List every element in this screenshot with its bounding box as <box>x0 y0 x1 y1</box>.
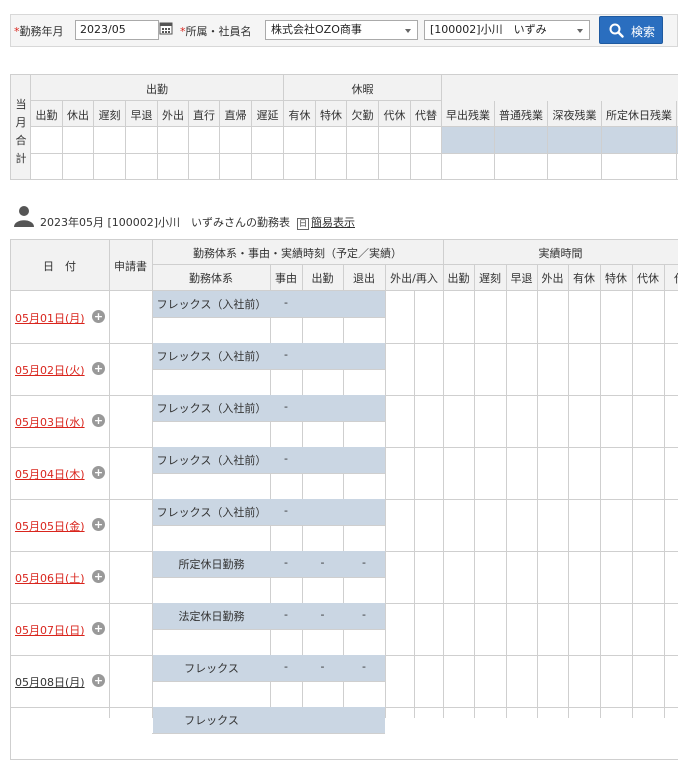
col-header: 事由 <box>275 272 297 285</box>
clock-in: - <box>320 608 325 621</box>
clock-in: - <box>320 556 325 569</box>
work-type: フレックス（入社前） <box>156 402 267 415</box>
date-link[interactable]: 05月02日(火) <box>15 362 85 378</box>
col-header: 退出 <box>353 272 375 285</box>
divider <box>664 264 665 718</box>
divider <box>632 264 633 718</box>
divider <box>443 239 444 718</box>
divider <box>506 264 507 718</box>
divider <box>152 577 385 578</box>
group-header-actual: 実績時間 <box>538 247 583 260</box>
col-header: 特休 <box>605 272 627 285</box>
col-header: 外出 <box>541 272 564 285</box>
col-header: 代 <box>664 270 678 286</box>
divider <box>10 447 11 499</box>
divider <box>414 290 415 718</box>
work-type: フレックス <box>184 714 239 727</box>
divider <box>10 395 11 447</box>
add-icon[interactable]: + <box>92 310 105 323</box>
group-header-work: 勤務体系・事由・実績時刻（予定／実績） <box>193 247 402 260</box>
work-type: フレックス（入社前） <box>156 506 267 519</box>
divider <box>152 525 385 526</box>
date-link[interactable]: 05月08日(月) <box>15 674 85 690</box>
clock-out: - <box>362 608 366 621</box>
work-type: フレックス <box>184 662 239 675</box>
divider <box>537 264 538 718</box>
divider <box>270 264 271 718</box>
divider <box>600 264 601 718</box>
divider <box>10 603 11 655</box>
divider <box>10 343 11 395</box>
col-header: 勤務体系 <box>189 272 233 285</box>
add-icon[interactable]: + <box>92 570 105 583</box>
divider <box>152 681 385 682</box>
add-icon[interactable]: + <box>92 362 105 375</box>
reason: - <box>284 348 288 361</box>
col-header: 出勤 <box>447 272 470 285</box>
clock-out: - <box>362 660 366 673</box>
date-link[interactable]: 05月01日(月) <box>15 310 85 326</box>
date-link[interactable]: 05月04日(木) <box>15 466 85 482</box>
divider <box>302 264 303 718</box>
work-type: 所定休日勤務 <box>178 558 245 571</box>
col-header: 遅刻 <box>479 272 501 285</box>
clock-out: - <box>362 556 366 569</box>
col-header: 外出/再入 <box>390 272 438 285</box>
divider <box>152 317 385 318</box>
divider <box>152 369 385 370</box>
date-link[interactable]: 05月03日(水) <box>15 414 85 430</box>
divider <box>10 707 11 759</box>
divider <box>152 473 385 474</box>
col-header-application: 申請書 <box>114 260 147 273</box>
reason: - <box>284 296 288 309</box>
reason: - <box>284 660 288 673</box>
work-type: 法定休日勤務 <box>178 610 245 623</box>
divider <box>474 264 475 718</box>
add-icon[interactable]: + <box>92 674 105 687</box>
divider <box>10 499 11 551</box>
divider <box>152 421 385 422</box>
col-header: 有休 <box>573 272 595 285</box>
col-header: 早退 <box>510 272 533 285</box>
clock-in: - <box>320 660 325 673</box>
reason: - <box>284 452 288 465</box>
reason: - <box>284 556 288 569</box>
divider <box>10 551 11 603</box>
date-link[interactable]: 05月06日(土) <box>15 570 85 586</box>
add-icon[interactable]: + <box>92 518 105 531</box>
reason: - <box>284 608 288 621</box>
col-header: 代休 <box>637 272 659 285</box>
col-header-date: 日 付 <box>43 260 76 273</box>
add-icon[interactable]: + <box>92 622 105 635</box>
reason: - <box>284 400 288 413</box>
date-link[interactable]: 05月07日(日) <box>15 622 85 638</box>
divider <box>568 264 569 718</box>
col-header: 出勤 <box>311 272 334 285</box>
divider <box>10 291 11 343</box>
work-type: フレックス（入社前） <box>156 454 267 467</box>
add-icon[interactable]: + <box>92 414 105 427</box>
divider <box>10 655 11 707</box>
reason: - <box>284 504 288 517</box>
divider <box>385 264 386 718</box>
work-type: フレックス（入社前） <box>156 350 267 363</box>
divider <box>109 239 110 718</box>
work-type: フレックス（入社前） <box>156 298 267 311</box>
date-link[interactable]: 05月05日(金) <box>15 518 85 534</box>
divider <box>152 733 385 734</box>
add-icon[interactable]: + <box>92 466 105 479</box>
divider <box>343 264 344 718</box>
divider <box>152 629 385 630</box>
timesheet-table: 日 付 申請書 勤務体系・事由・実績時刻（予定／実績） 実績時間勤務体系 事由 出勤 退出 外… <box>0 0 678 760</box>
